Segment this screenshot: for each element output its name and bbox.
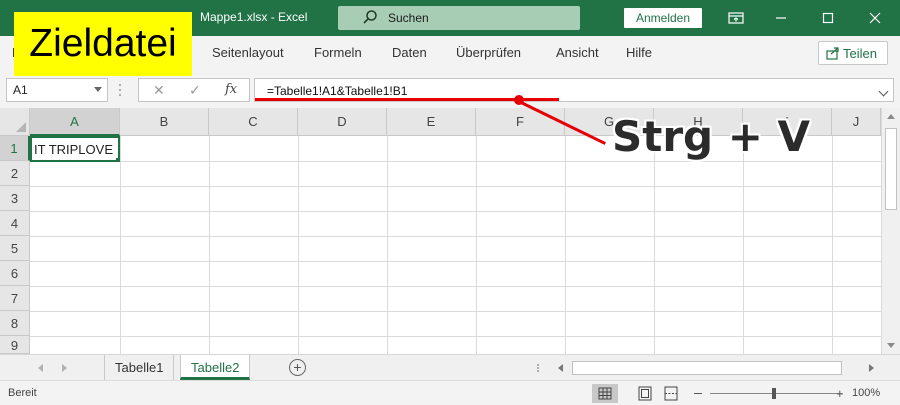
- gridline: [654, 136, 655, 354]
- gridline: [30, 286, 881, 287]
- search-label: Suchen: [388, 11, 429, 25]
- row-header-8[interactable]: 8: [0, 311, 30, 336]
- tab-formulas[interactable]: Formeln: [314, 45, 362, 60]
- column-header-c[interactable]: C: [209, 108, 298, 136]
- page-break-view-icon[interactable]: [658, 384, 684, 403]
- status-bar: Bereit + 100%: [0, 380, 900, 405]
- gridline: [30, 236, 881, 237]
- expand-formula-icon[interactable]: [878, 86, 889, 97]
- select-all-button[interactable]: [0, 108, 30, 136]
- gridline: [30, 311, 881, 312]
- gridline: [387, 136, 388, 354]
- name-box-value: A1: [13, 83, 28, 97]
- share-label: Teilen: [843, 46, 877, 61]
- sheet-tab-tabelle1[interactable]: Tabelle1: [104, 355, 175, 380]
- signin-button[interactable]: Anmelden: [624, 8, 702, 28]
- column-header-f[interactable]: F: [476, 108, 565, 136]
- row-header-2[interactable]: 2: [0, 161, 30, 186]
- gridline: [298, 136, 299, 354]
- page-layout-view-icon[interactable]: [632, 384, 658, 403]
- horizontal-scrollbar[interactable]: [556, 360, 876, 376]
- zoom-slider-thumb[interactable]: [772, 388, 776, 399]
- row-header-6[interactable]: 6: [0, 261, 30, 286]
- scroll-right-icon[interactable]: [869, 364, 874, 372]
- maximize-icon[interactable]: [819, 9, 837, 27]
- ribbon-display-options-icon[interactable]: [727, 9, 745, 27]
- column-header-b[interactable]: B: [120, 108, 209, 136]
- row-header-5[interactable]: 5: [0, 236, 30, 261]
- scroll-up-icon[interactable]: [887, 114, 895, 119]
- gridline: [832, 136, 833, 354]
- gridline: [120, 136, 121, 354]
- gridline: [30, 261, 881, 262]
- close-icon[interactable]: [866, 9, 884, 27]
- tab-view[interactable]: Ansicht: [556, 45, 599, 60]
- tab-review[interactable]: Überprüfen: [456, 45, 521, 60]
- scroll-down-icon[interactable]: [887, 343, 895, 348]
- cell-a1-value: IT TRIPLOVE: [34, 142, 113, 157]
- formula-buttons: ✕ ✓ fx: [138, 78, 250, 102]
- previous-sheet-icon[interactable]: [38, 364, 43, 372]
- minimize-icon[interactable]: [772, 9, 790, 27]
- tab-page-layout[interactable]: Seitenlayout: [212, 45, 284, 60]
- next-sheet-icon[interactable]: [62, 364, 67, 372]
- tab-help[interactable]: Hilfe: [626, 45, 652, 60]
- select-all-icon: [16, 122, 26, 132]
- gridline: [209, 136, 210, 354]
- sheet-tab-bar: Tabelle1 Tabelle2 +: [0, 354, 900, 380]
- zoom-in-icon[interactable]: +: [836, 387, 844, 400]
- share-button[interactable]: Teilen: [818, 41, 888, 65]
- column-header-e[interactable]: E: [387, 108, 476, 136]
- zoom-slider[interactable]: [710, 393, 842, 394]
- annotation-label: Zieldatei: [14, 12, 192, 76]
- more-vertical-icon[interactable]: [118, 82, 122, 98]
- status-text: Bereit: [8, 387, 37, 399]
- fill-handle[interactable]: [115, 157, 118, 160]
- add-sheet-icon[interactable]: +: [289, 359, 306, 376]
- gridline: [30, 336, 881, 337]
- horizontal-scroll-thumb[interactable]: [572, 361, 842, 375]
- share-icon: [826, 47, 839, 60]
- gridline: [30, 211, 881, 212]
- column-header-d[interactable]: D: [298, 108, 387, 136]
- tab-data[interactable]: Daten: [392, 45, 427, 60]
- insert-function-icon[interactable]: fx: [225, 82, 237, 97]
- column-header-a[interactable]: A: [30, 108, 120, 136]
- window-title: Mappe1.xlsx - Excel: [200, 10, 308, 24]
- zoom-level[interactable]: 100%: [852, 387, 880, 399]
- column-header-j[interactable]: J: [832, 108, 881, 136]
- gridline: [30, 186, 881, 187]
- annotation-shortcut: Strg + V: [612, 112, 811, 161]
- gridline: [476, 136, 477, 354]
- row-header-1[interactable]: 1: [0, 136, 30, 161]
- more-vertical-icon[interactable]: [536, 363, 540, 373]
- scroll-left-icon[interactable]: [558, 364, 563, 372]
- row-header-4[interactable]: 4: [0, 211, 30, 236]
- gridline: [565, 136, 566, 354]
- cancel-icon[interactable]: ✕: [153, 82, 165, 99]
- search-icon: [363, 10, 377, 24]
- name-box[interactable]: A1: [6, 78, 108, 102]
- sheet-tab-tabelle2[interactable]: Tabelle2: [180, 355, 251, 380]
- row-header-9[interactable]: 9: [0, 336, 30, 354]
- row-header-7[interactable]: 7: [0, 286, 30, 311]
- zoom-out-icon[interactable]: [694, 393, 702, 394]
- formula-bar: A1 ✕ ✓ fx =Tabelle1!A1&Tabelle1!B1: [0, 72, 900, 108]
- formula-text: =Tabelle1!A1&Tabelle1!B1: [267, 84, 408, 98]
- gridline: [743, 136, 744, 354]
- vertical-scroll-thumb[interactable]: [885, 128, 897, 210]
- row-header-3[interactable]: 3: [0, 186, 30, 211]
- chevron-down-icon[interactable]: [94, 87, 102, 92]
- search-box[interactable]: Suchen: [338, 6, 580, 30]
- active-cell-a1[interactable]: IT TRIPLOVE: [30, 136, 120, 162]
- enter-icon[interactable]: ✓: [189, 82, 201, 99]
- vertical-scrollbar[interactable]: [881, 108, 900, 354]
- normal-view-icon[interactable]: [592, 384, 618, 403]
- gridline: [30, 161, 881, 162]
